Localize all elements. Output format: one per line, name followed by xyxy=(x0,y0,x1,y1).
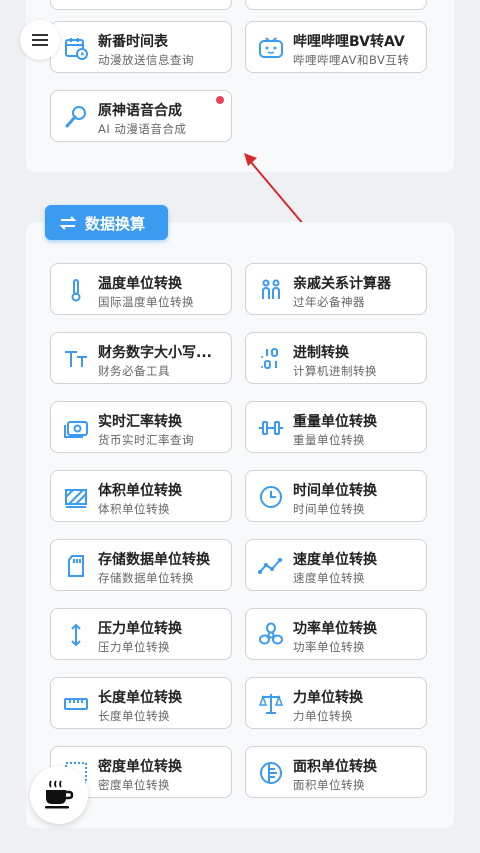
text-size-icon xyxy=(63,346,89,372)
tool-subtitle: 货币实时汇率查询 xyxy=(98,433,194,447)
tool-title: 温度单位转换 xyxy=(98,276,182,292)
tool-subtitle: 长度单位转换 xyxy=(98,709,170,723)
tool-tile-bv-to-av[interactable]: 哔哩哔哩BV转AV 哔哩哔哩AV和BV互转 xyxy=(245,21,427,73)
tool-tile-hidden-right[interactable] xyxy=(245,0,427,10)
tool-title: 压力单位转换 xyxy=(98,621,182,637)
tool-subtitle: 财务必备工具 xyxy=(98,364,170,378)
tool-tile-finance-case[interactable]: 财务数字大小写... 财务必备工具 xyxy=(50,332,232,384)
tool-tile-length[interactable]: 长度单位转换 长度单位转换 xyxy=(50,677,232,729)
sd-card-icon xyxy=(63,553,89,579)
tool-subtitle: 速度单位转换 xyxy=(293,571,365,585)
tool-subtitle: 国际温度单位转换 xyxy=(98,295,194,309)
tool-tile-area[interactable]: 面积单位转换 面积单位转换 xyxy=(245,746,427,798)
thermometer-icon xyxy=(63,277,89,303)
volume-icon xyxy=(63,484,89,510)
tool-tile-relatives[interactable]: 亲戚关系计算器 过年必备神器 xyxy=(245,263,427,315)
tool-title: 长度单位转换 xyxy=(98,690,182,706)
tool-tile-temperature[interactable]: 温度单位转换 国际温度单位转换 xyxy=(50,263,232,315)
tool-subtitle: 计算机进制转换 xyxy=(293,364,377,378)
tool-tile-power[interactable]: 功率单位转换 功率单位转换 xyxy=(245,608,427,660)
tool-tile-anime-schedule[interactable]: 新番时间表 动漫放送信息查询 xyxy=(50,21,232,73)
tool-subtitle: AI 动漫语音合成 xyxy=(98,122,187,136)
tool-subtitle: 过年必备神器 xyxy=(293,295,365,309)
tool-tile-voice-synthesis[interactable]: 原神语音合成 AI 动漫语音合成 xyxy=(50,90,232,142)
tool-title: 存储数据单位转换 xyxy=(98,552,210,568)
tool-title: 速度单位转换 xyxy=(293,552,377,568)
section-title-badge: 数据换算 xyxy=(45,205,168,240)
tool-subtitle: 哔哩哔哩AV和BV互转 xyxy=(293,53,410,67)
tool-title: 时间单位转换 xyxy=(293,483,377,499)
scale-icon xyxy=(258,691,284,717)
tool-subtitle: 功率单位转换 xyxy=(293,640,365,654)
tool-subtitle: 动漫放送信息查询 xyxy=(98,53,194,67)
tool-title: 实时汇率转换 xyxy=(98,414,182,430)
pressure-arrow-icon xyxy=(63,622,89,648)
tool-tile-base-convert[interactable]: 进制转换 计算机进制转换 xyxy=(245,332,427,384)
hamburger-icon xyxy=(32,34,48,46)
speed-chart-icon xyxy=(258,553,284,579)
new-badge-dot xyxy=(216,96,224,104)
tool-title: 力单位转换 xyxy=(293,690,363,706)
tool-tile-volume[interactable]: 体积单位转换 体积单位转换 xyxy=(50,470,232,522)
tool-tile-pressure[interactable]: 压力单位转换 压力单位转换 xyxy=(50,608,232,660)
tool-subtitle: 时间单位转换 xyxy=(293,502,365,516)
tool-title: 新番时间表 xyxy=(98,34,168,50)
tool-title: 重量单位转换 xyxy=(293,414,377,430)
tool-tile-exchange-rate[interactable]: 实时汇率转换 货币实时汇率查询 xyxy=(50,401,232,453)
tool-title: 原神语音合成 xyxy=(98,103,182,119)
menu-button[interactable] xyxy=(20,20,60,60)
tool-title: 财务数字大小写... xyxy=(98,345,212,361)
microphone-icon xyxy=(63,104,89,130)
dumbbell-icon xyxy=(258,415,284,441)
tool-tile-time[interactable]: 时间单位转换 时间单位转换 xyxy=(245,470,427,522)
tool-subtitle: 面积单位转换 xyxy=(293,778,365,792)
fan-icon xyxy=(258,622,284,648)
tool-title: 哔哩哔哩BV转AV xyxy=(293,34,405,50)
tool-tile-speed[interactable]: 速度单位转换 速度单位转换 xyxy=(245,539,427,591)
tool-title: 体积单位转换 xyxy=(98,483,182,499)
tool-tile-weight[interactable]: 重量单位转换 重量单位转换 xyxy=(245,401,427,453)
calendar-icon xyxy=(63,35,89,61)
clock-icon xyxy=(258,484,284,510)
tool-subtitle: 存储数据单位转换 xyxy=(98,571,194,585)
convert-icon xyxy=(59,216,77,230)
tool-title: 亲戚关系计算器 xyxy=(293,276,391,292)
section-title: 数据换算 xyxy=(85,215,146,233)
data-conversion-card: 温度单位转换 国际温度单位转换 亲戚关系计算器 过年必备神器 财务数字大小写..… xyxy=(26,222,454,828)
money-icon xyxy=(63,415,89,441)
tool-title: 面积单位转换 xyxy=(293,759,377,775)
tool-subtitle: 力单位转换 xyxy=(293,709,353,723)
tool-tile-storage[interactable]: 存储数据单位转换 存储数据单位转换 xyxy=(50,539,232,591)
tool-title: 进制转换 xyxy=(293,345,349,361)
binary-icon xyxy=(258,346,284,372)
tool-title: 密度单位转换 xyxy=(98,759,182,775)
tool-subtitle: 压力单位转换 xyxy=(98,640,170,654)
tool-tile-hidden-left[interactable] xyxy=(50,0,232,10)
coffee-cup-icon xyxy=(45,780,74,809)
coffee-button[interactable] xyxy=(30,766,88,824)
people-icon xyxy=(258,277,284,303)
ruler-icon xyxy=(63,691,89,717)
tool-subtitle: 密度单位转换 xyxy=(98,778,170,792)
tool-subtitle: 体积单位转换 xyxy=(98,502,170,516)
tool-title: 功率单位转换 xyxy=(293,621,377,637)
tool-tile-force[interactable]: 力单位转换 力单位转换 xyxy=(245,677,427,729)
tool-subtitle: 重量单位转换 xyxy=(293,433,365,447)
area-icon xyxy=(258,760,284,786)
tv-icon xyxy=(258,35,284,61)
